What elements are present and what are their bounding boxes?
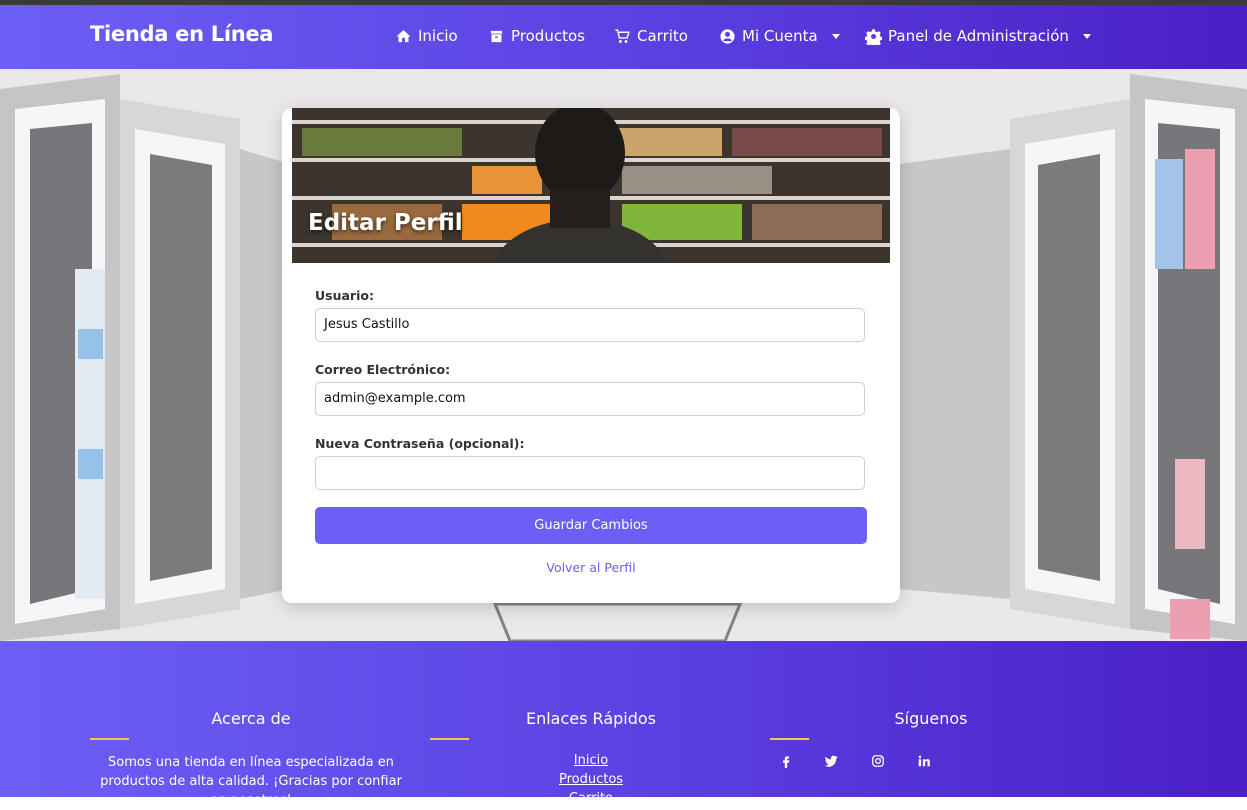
password-label: Nueva Contraseña (opcional): — [315, 436, 525, 451]
linkedin-icon[interactable] — [917, 753, 933, 769]
nav-item-label: Inicio — [418, 27, 458, 45]
footer-link-carrito[interactable]: Carrito — [531, 791, 651, 806]
nav-item-productos[interactable]: Productos — [488, 27, 585, 45]
password-field[interactable] — [315, 456, 865, 490]
edit-profile-card: Editar Perfil Usuario: Jesus Castillo Co… — [282, 108, 900, 603]
footer-links-underline — [430, 738, 469, 740]
footer-social-title: Síguenos — [894, 709, 968, 728]
footer-about-text: Somos una tienda en línea especializada … — [100, 755, 402, 808]
nav-item-label: Productos — [511, 27, 585, 45]
brand-logo[interactable]: Tienda en Línea — [90, 22, 273, 46]
footer-social-underline — [770, 738, 809, 740]
box-icon — [490, 30, 503, 42]
nav-item-label: Carrito — [637, 27, 688, 45]
facebook-icon[interactable] — [779, 753, 795, 769]
chevron-down-icon — [1082, 33, 1091, 39]
nav-item-mi-cuenta[interactable]: Mi Cuenta — [719, 27, 840, 45]
nav-item-panel-admin[interactable]: Panel de Administración — [865, 27, 1091, 45]
nav-item-label: Panel de Administración — [888, 27, 1069, 45]
footer-about-title: Acerca de — [211, 709, 291, 728]
footer-about-underline — [90, 738, 129, 740]
instagram-icon[interactable] — [871, 753, 887, 769]
back-to-profile-link[interactable]: Volver al Perfil — [282, 560, 900, 575]
nav-item-carrito[interactable]: Carrito — [614, 27, 688, 45]
chevron-down-icon — [831, 33, 840, 39]
banner-image: Editar Perfil — [292, 108, 890, 263]
page-title: Editar Perfil — [308, 210, 463, 236]
navbar: Tienda en Línea Inicio Productos Carrito… — [0, 5, 1247, 69]
save-changes-button[interactable]: Guardar Cambios — [315, 507, 867, 544]
cart-icon — [615, 28, 630, 43]
footer: Acerca de Somos una tienda en línea espe… — [0, 641, 1247, 808]
email-field[interactable]: admin@example.com — [315, 382, 865, 416]
email-label: Correo Electrónico: — [315, 362, 451, 377]
footer-links-title: Enlaces Rápidos — [525, 709, 656, 728]
twitter-icon[interactable] — [824, 753, 840, 769]
nav-item-inicio[interactable]: Inicio — [395, 27, 458, 45]
nav-item-label: Mi Cuenta — [742, 27, 818, 45]
footer-link-productos[interactable]: Productos — [531, 772, 651, 787]
grocery-shelf-image — [292, 108, 890, 263]
user-circle-icon — [720, 28, 735, 44]
footer-link-inicio[interactable]: Inicio — [531, 753, 651, 768]
username-field[interactable]: Jesus Castillo — [315, 308, 865, 342]
home-icon — [396, 29, 411, 42]
gear-icon — [865, 28, 882, 45]
username-label: Usuario: — [315, 288, 374, 303]
